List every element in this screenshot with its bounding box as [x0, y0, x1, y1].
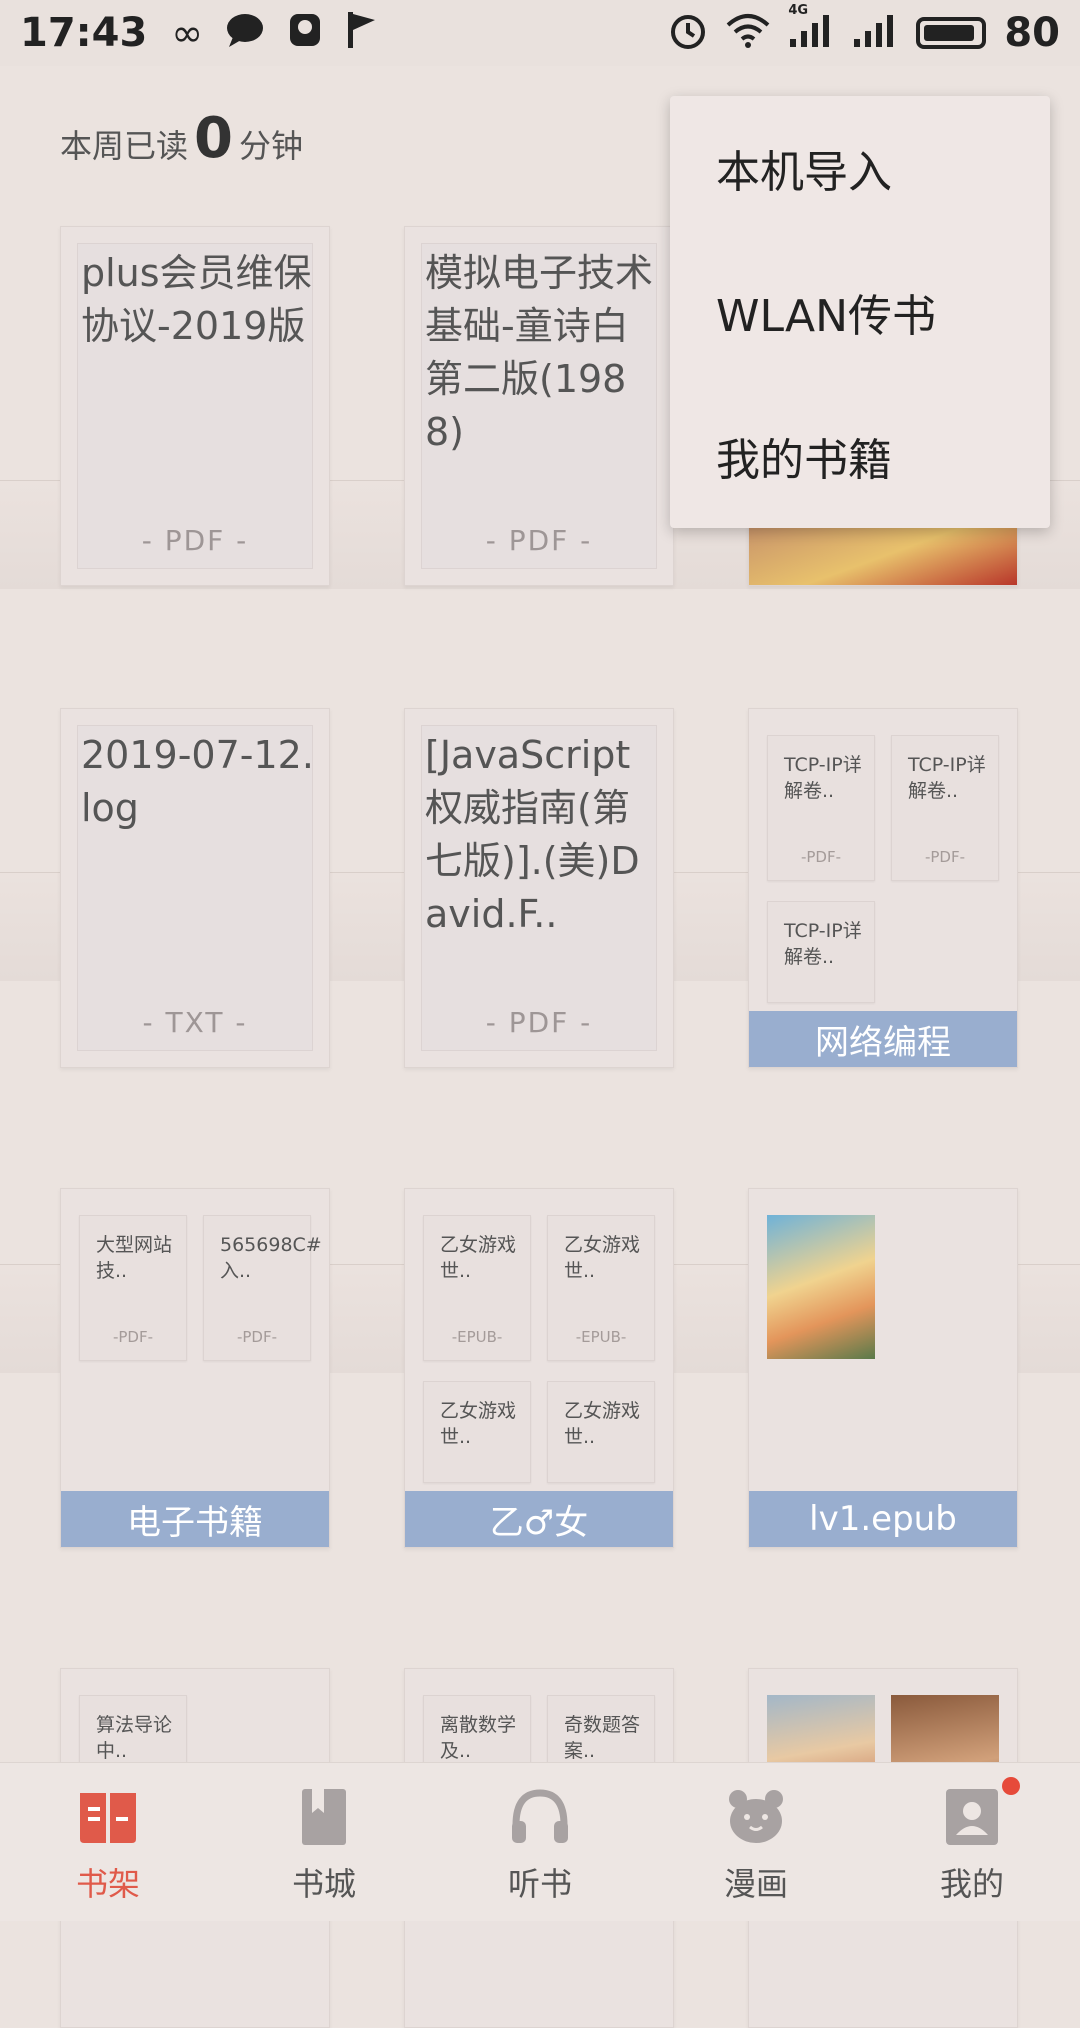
mini-book-title: 乙女游戏世..: [564, 1400, 641, 1448]
notification-dot: [1002, 1777, 1020, 1795]
mini-book-type: -EPUB-: [451, 1328, 503, 1346]
mini-book-title: 大型网站技..: [96, 1234, 173, 1282]
weekly-suffix: 分钟: [238, 127, 303, 165]
chat-bubble-icon: [225, 11, 265, 55]
weekly-prefix: 本周已读: [60, 127, 189, 165]
mini-book-title: 奇数题答案..: [564, 1714, 641, 1762]
nav-comics[interactable]: 漫画: [648, 1763, 864, 1921]
mini-book-title: 离散数学及..: [440, 1714, 517, 1762]
bottom-nav: 书架 书城 听书 漫画 我的: [0, 1762, 1080, 1921]
nav-profile[interactable]: 我的: [864, 1763, 1080, 1921]
mini-book: TCP-IP详解卷.. -PDF-: [767, 735, 875, 881]
flag-icon: [345, 10, 379, 56]
mini-book-title: 乙女游戏世..: [440, 1234, 517, 1282]
group-label: lv1.epub: [749, 1491, 1017, 1547]
book-card[interactable]: 2019-07-12.log - TXT -: [60, 708, 330, 1068]
book-title: 模拟电子技术基础-童诗白第二版(1988): [425, 251, 654, 454]
book-card[interactable]: plus会员维保协议-2019版 - PDF -: [60, 226, 330, 586]
book-card[interactable]: [JavaScript权威指南(第七版)].(美)David.F.. - PDF…: [404, 708, 674, 1068]
menu-item-local-import[interactable]: 本机导入: [670, 96, 1050, 240]
weekly-reading: 本周已读 0 分钟: [60, 106, 303, 171]
infinity-icon: ∞: [171, 11, 203, 55]
nav-bookshelf[interactable]: 书架: [0, 1763, 216, 1921]
mini-book: 乙女游戏世.. -EPUB-: [423, 1215, 531, 1361]
book-title: [JavaScript权威指南(第七版)].(美)David.F..: [425, 733, 640, 936]
wifi-icon: [726, 13, 770, 53]
mini-book: 大型网站技.. -PDF-: [79, 1215, 187, 1361]
import-menu: 本机导入 WLAN传书 我的书籍: [670, 96, 1050, 528]
battery-level: 80: [1004, 10, 1060, 56]
signal-4g-icon: 4G: [788, 3, 834, 53]
mini-book-cover-image: [767, 1215, 875, 1359]
mini-book-title: 算法导论中..: [96, 1714, 173, 1762]
nav-label: 听书: [507, 1865, 572, 1903]
menu-item-wlan-transfer[interactable]: WLAN传书: [670, 240, 1050, 384]
weekly-minutes: 0: [194, 106, 233, 171]
alarm-icon: [668, 11, 708, 55]
nav-bookstore[interactable]: 书城: [216, 1763, 432, 1921]
group-card-ebooks[interactable]: 大型网站技.. -PDF- 565698C#入.. -PDF- 电子书籍: [60, 1188, 330, 1548]
mini-book: TCP-IP详解卷..: [767, 901, 875, 1003]
nav-label: 书架: [75, 1865, 140, 1903]
mini-book: 565698C#入.. -PDF-: [203, 1215, 322, 1361]
headphones-icon: [508, 1785, 572, 1849]
signal-icon: [852, 13, 898, 53]
group-card-otome[interactable]: 乙女游戏世.. -EPUB- 乙女游戏世.. -EPUB- 乙女游戏世.. 乙女…: [404, 1188, 674, 1548]
group-card-lv1[interactable]: lv1.epub: [748, 1188, 1018, 1548]
book-type: - TXT -: [142, 1006, 248, 1039]
group-label: 电子书籍: [61, 1491, 329, 1547]
mini-book: 乙女游戏世.. -EPUB-: [547, 1215, 655, 1361]
mini-book-type: -PDF-: [236, 1328, 278, 1346]
nav-label: 我的: [939, 1865, 1004, 1903]
bookmark-book-icon: [292, 1785, 356, 1849]
group-card-network[interactable]: TCP-IP详解卷.. -PDF- TCP-IP详解卷.. -PDF- TCP-…: [748, 708, 1018, 1068]
mini-book: 乙女游戏世..: [423, 1381, 531, 1483]
nav-label: 书城: [291, 1865, 356, 1903]
menu-item-my-books[interactable]: 我的书籍: [670, 384, 1050, 528]
group-label: 乙♂女: [405, 1491, 673, 1547]
nav-audiobook[interactable]: 听书: [432, 1763, 648, 1921]
book-card[interactable]: 模拟电子技术基础-童诗白第二版(1988) - PDF -: [404, 226, 674, 586]
mini-book-type: -EPUB-: [575, 1328, 627, 1346]
status-time: 17:43: [20, 10, 148, 56]
status-bar: 17:43 ∞ 4G 80: [0, 0, 1080, 66]
mini-book-title: 565698C#入..: [220, 1234, 322, 1282]
mini-book-title: TCP-IP详解卷..: [908, 754, 986, 802]
book-type: - PDF -: [485, 1006, 593, 1039]
qq-icon: [287, 11, 323, 55]
mini-book-type: -PDF-: [924, 848, 966, 866]
book-title: 2019-07-12.log: [81, 733, 314, 830]
bookshelf-icon: [76, 1785, 140, 1849]
mini-book-title: TCP-IP详解卷..: [784, 920, 862, 968]
mini-book-title: 乙女游戏世..: [440, 1400, 517, 1448]
mini-book-title: 乙女游戏世..: [564, 1234, 641, 1282]
bear-face-icon: [724, 1785, 788, 1849]
mini-book: 乙女游戏世..: [547, 1381, 655, 1483]
book-title: plus会员维保协议-2019版: [81, 251, 312, 348]
battery-icon: [916, 17, 987, 49]
nav-label: 漫画: [723, 1865, 788, 1903]
group-label: 网络编程: [749, 1011, 1017, 1067]
mini-book-title: TCP-IP详解卷..: [784, 754, 862, 802]
book-type: - PDF -: [141, 524, 249, 557]
mini-book-type: -PDF-: [112, 1328, 154, 1346]
network-type: 4G: [788, 3, 809, 18]
user-icon: [940, 1785, 1004, 1849]
mini-book-type: -PDF-: [800, 848, 842, 866]
book-type: - PDF -: [485, 524, 593, 557]
mini-book: TCP-IP详解卷.. -PDF-: [891, 735, 999, 881]
